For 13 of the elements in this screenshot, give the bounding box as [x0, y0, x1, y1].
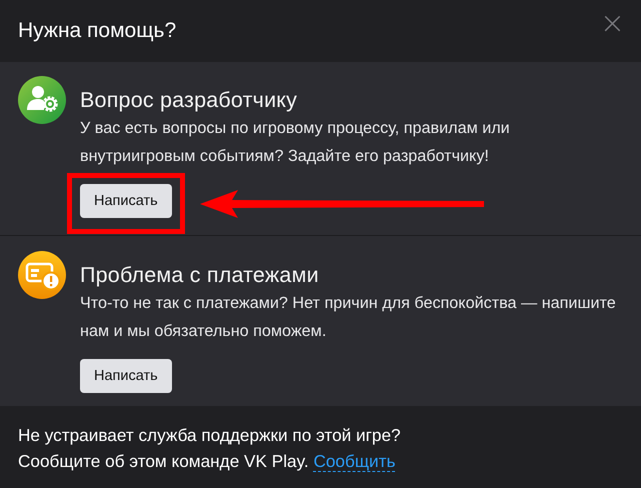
dialog-title: Нужна помощь?: [18, 19, 176, 43]
footer-question: Не устраивает служба поддержки по этой игре?: [18, 424, 402, 447]
card-warning-icon: [18, 251, 66, 299]
user-gear-icon: [18, 76, 66, 124]
report-link[interactable]: Сообщить: [313, 451, 396, 472]
section-title: Вопрос разработчику: [80, 87, 298, 114]
write-button[interactable]: Написать: [80, 184, 172, 218]
section-title: Проблема с платежами: [80, 262, 319, 289]
section-description: Что-то не так с платежами? Нет причин для беспокойства — напишите нам и мы обязательно поможем.: [80, 293, 617, 342]
write-button[interactable]: Написать: [80, 359, 172, 393]
section-description: У вас есть вопросы по игровому процессу, правилам или внутриигровым событиям? Задайте его разработчику!: [80, 118, 511, 167]
footer-text: Сообщите об этом команде VK Play.: [18, 451, 309, 471]
close-button[interactable]: ×: [596, 9, 629, 39]
